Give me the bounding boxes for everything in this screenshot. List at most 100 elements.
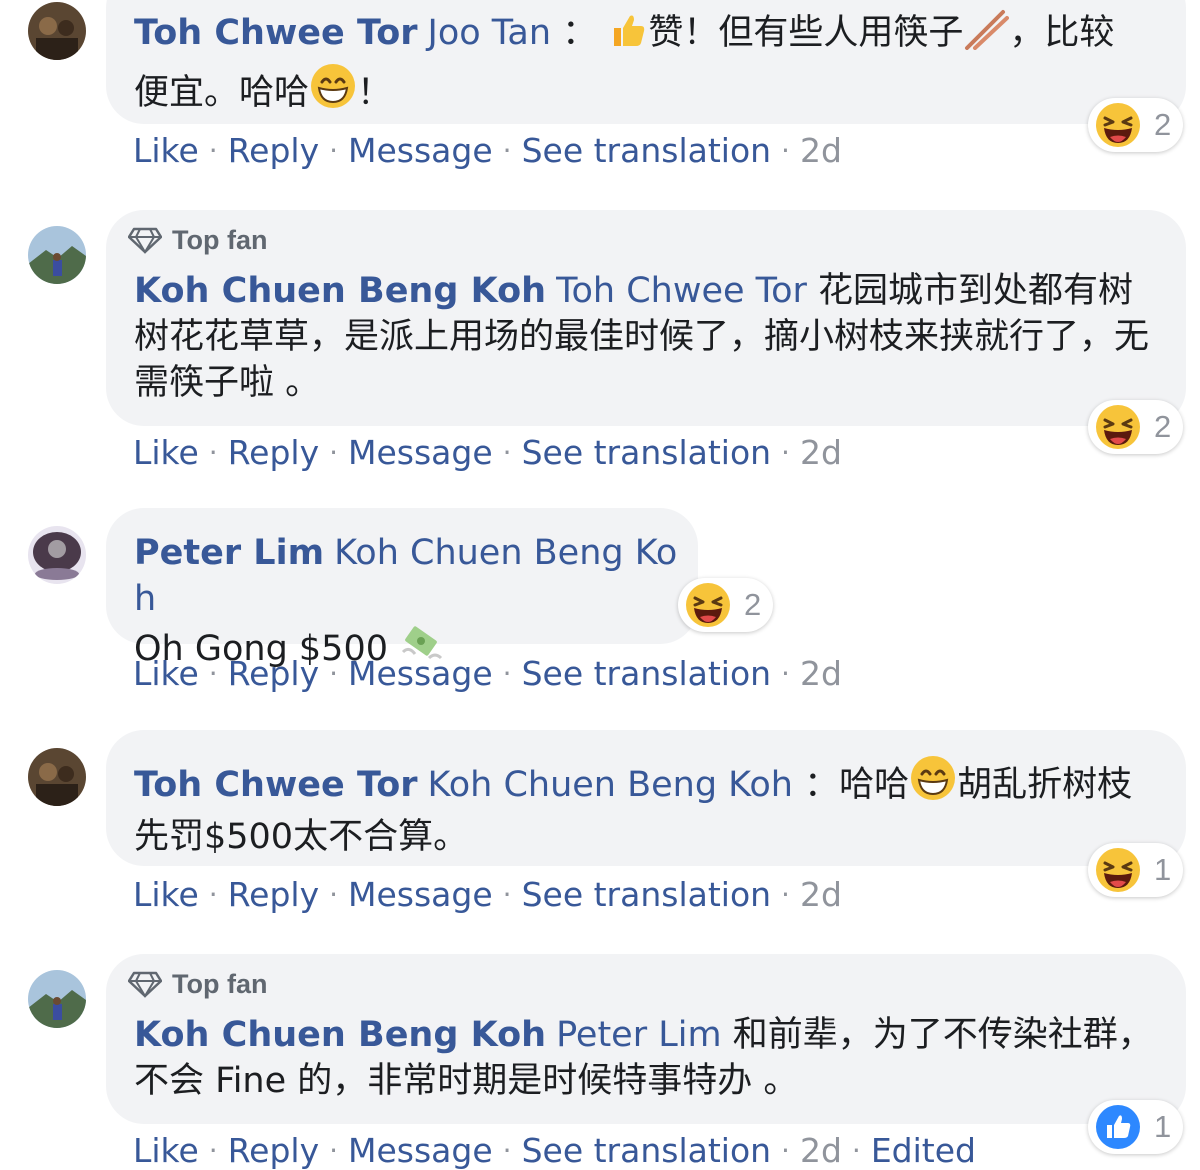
reaction-summary[interactable]: 2 xyxy=(1088,98,1184,152)
reaction-summary[interactable]: 2 xyxy=(1088,400,1184,454)
avatar[interactable] xyxy=(28,970,86,1028)
mention[interactable]: Joo Tan xyxy=(428,13,552,53)
diamond-icon xyxy=(128,227,162,254)
avatar[interactable] xyxy=(28,526,86,584)
comment-bubble: Toh Chwee Tor Koh Chuen Beng Koh ：哈哈 胡乱折树枝… xyxy=(106,730,1186,866)
mention[interactable]: Peter Lim xyxy=(556,1015,721,1055)
reply-link[interactable]: Reply xyxy=(228,654,319,693)
thumbs-up-icon xyxy=(608,10,648,62)
comment-timestamp[interactable]: 2d xyxy=(800,654,842,693)
reaction-count: 1 xyxy=(1154,1109,1172,1144)
separator: · xyxy=(781,1133,790,1167)
separator: · xyxy=(208,133,218,167)
comment-bubble: Top fan Koh Chuen Beng Koh Toh Chwee Tor … xyxy=(106,210,1186,426)
separator: · xyxy=(329,435,339,469)
mention[interactable]: Koh Chuen Beng Koh xyxy=(428,765,793,805)
see-translation-link[interactable]: See translation xyxy=(522,1131,771,1170)
grinning-face-icon xyxy=(909,754,957,814)
avatar[interactable] xyxy=(28,2,86,60)
message-link[interactable]: Message xyxy=(348,131,493,170)
comment-text: Koh Chuen Beng Koh Peter Lim 和前辈，为了不传染社群，… xyxy=(134,1012,1154,1104)
reaction-summary[interactable]: 1 xyxy=(1088,843,1184,897)
comment-timestamp[interactable]: 2d xyxy=(800,131,842,170)
laughing-emoji-icon xyxy=(1094,101,1142,149)
see-translation-link[interactable]: See translation xyxy=(522,654,771,693)
like-thumbs-up-icon xyxy=(1096,1105,1140,1149)
see-translation-link[interactable]: See translation xyxy=(522,131,771,170)
reply-link[interactable]: Reply xyxy=(228,1131,319,1170)
separator: · xyxy=(329,877,339,911)
laughing-emoji-icon xyxy=(1094,846,1142,894)
separator: · xyxy=(781,877,790,911)
separator: · xyxy=(329,656,339,690)
comment-author[interactable]: Peter Lim xyxy=(134,533,324,573)
comment-text: Toh Chwee Tor Koh Chuen Beng Koh ：哈哈 胡乱折树枝… xyxy=(134,754,1154,860)
comment-body-d: ！ xyxy=(357,73,393,113)
like-link[interactable]: Like xyxy=(133,1131,199,1170)
comment-bubble: Top fan Koh Chuen Beng Koh Peter Lim 和前辈，… xyxy=(106,954,1186,1124)
comment-timestamp[interactable]: 2d xyxy=(800,1131,842,1170)
reaction-count: 2 xyxy=(1154,107,1172,142)
laughing-emoji-icon xyxy=(1094,403,1142,451)
separator: · xyxy=(502,877,512,911)
chopsticks-icon xyxy=(963,8,1010,62)
reply-link[interactable]: Reply xyxy=(228,131,319,170)
separator: · xyxy=(329,133,339,167)
comment-actions: Like · Reply · Message · See translation… xyxy=(133,874,842,914)
reaction-summary[interactable]: 1 xyxy=(1088,1100,1184,1154)
reply-link[interactable]: Reply xyxy=(228,875,319,914)
reply-link[interactable]: Reply xyxy=(228,433,319,472)
separator: · xyxy=(502,656,512,690)
separator: · xyxy=(781,133,790,167)
avatar[interactable] xyxy=(28,748,86,806)
top-fan-label: Top fan xyxy=(172,224,268,255)
message-link[interactable]: Message xyxy=(348,875,493,914)
mention[interactable]: Toh Chwee Tor xyxy=(556,271,807,311)
message-link[interactable]: Message xyxy=(348,654,493,693)
separator: · xyxy=(208,877,218,911)
comment-author[interactable]: Koh Chuen Beng Koh xyxy=(134,271,546,311)
reaction-count: 1 xyxy=(1154,852,1172,887)
comment-timestamp[interactable]: 2d xyxy=(800,433,842,472)
comment-bubble: Peter Lim Koh Chuen Beng Koh Oh Gong $500 xyxy=(106,508,698,669)
comment-actions: Like · Reply · Message · See translation… xyxy=(133,130,842,170)
separator: · xyxy=(851,1133,861,1167)
comment-actions: Like · Reply · Message · See translation… xyxy=(133,653,842,693)
comment-author[interactable]: Koh Chuen Beng Koh xyxy=(134,1015,546,1055)
like-link[interactable]: Like xyxy=(133,433,199,472)
comment-text: Koh Chuen Beng Koh Toh Chwee Tor 花园城市到处都有… xyxy=(134,268,1154,406)
diamond-icon xyxy=(128,971,162,998)
reaction-summary[interactable]: 2 xyxy=(678,578,774,632)
comment-actions: Like · Reply · Message · See translation… xyxy=(133,1130,976,1170)
comment-body-a: ：哈哈 xyxy=(804,765,910,805)
comment-body-a: ： xyxy=(562,13,598,53)
separator: · xyxy=(502,435,512,469)
separator: · xyxy=(781,435,790,469)
separator: · xyxy=(329,1133,339,1167)
message-link[interactable]: Message xyxy=(348,1131,493,1170)
message-link[interactable]: Message xyxy=(348,433,493,472)
comment-author[interactable]: Toh Chwee Tor xyxy=(134,13,418,53)
separator: · xyxy=(502,133,512,167)
separator: · xyxy=(208,435,218,469)
see-translation-link[interactable]: See translation xyxy=(522,875,771,914)
like-link[interactable]: Like xyxy=(133,875,199,914)
comment-text: Toh Chwee Tor Joo Tan ： 赞！但有些人用筷子 ，比较便宜。哈哈… xyxy=(134,8,1144,122)
like-link[interactable]: Like xyxy=(133,654,199,693)
edited-link[interactable]: Edited xyxy=(871,1131,976,1170)
separator: · xyxy=(208,656,218,690)
separator: · xyxy=(781,656,790,690)
laughing-emoji-icon xyxy=(684,581,732,629)
comment-author[interactable]: Toh Chwee Tor xyxy=(134,765,418,805)
avatar[interactable] xyxy=(28,226,86,284)
comment-actions: Like · Reply · Message · See translation… xyxy=(133,432,842,472)
comment-bubble: Toh Chwee Tor Joo Tan ： 赞！但有些人用筷子 ，比较便宜。哈哈… xyxy=(106,0,1186,124)
comment-body-b: 赞！但有些人用筷子 xyxy=(648,13,964,53)
grinning-face-icon xyxy=(309,62,357,122)
reaction-count: 2 xyxy=(1154,409,1172,444)
like-link[interactable]: Like xyxy=(133,131,199,170)
comment-timestamp[interactable]: 2d xyxy=(800,875,842,914)
see-translation-link[interactable]: See translation xyxy=(522,433,771,472)
top-fan-badge: Top fan xyxy=(128,224,267,256)
separator: · xyxy=(502,1133,512,1167)
